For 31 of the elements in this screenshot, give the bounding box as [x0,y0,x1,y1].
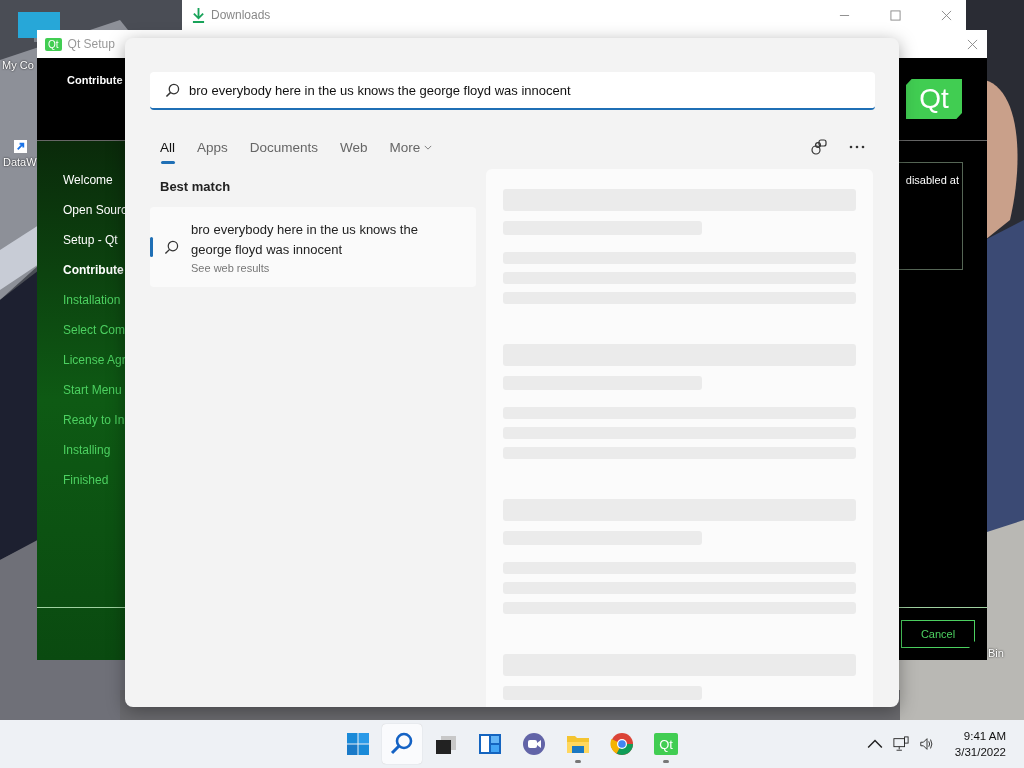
clock-time[interactable]: 9:41 AM [963,728,1006,744]
search-field[interactable]: bro everybody here in the us knows the george floyd was innocent [150,72,875,110]
step-label: Installing [63,443,111,458]
filter-tab[interactable]: All [160,130,195,164]
filter-tab[interactable]: More [389,130,453,164]
info-text: disabled at [905,174,959,186]
qt-icon: Qt [45,37,62,51]
filter-tab[interactable]: Web [340,130,388,164]
window-title: Downloads [211,8,271,22]
cancel-button[interactable]: Cancel [901,620,975,648]
section-heading: Best match [160,179,232,194]
step-label: License Agr [63,353,126,368]
window-title: Qt Setup [67,37,115,51]
page-heading: Contribute [67,74,123,86]
step-label: Select Com [63,323,126,338]
filter-tab[interactable]: Documents [249,130,339,164]
qt-logo: Qt [906,79,962,119]
step-label: Contribute [63,263,124,278]
result-title: bro everybody here in the us knows the george floyd was innocent [191,221,419,259]
step-label: Ready to In [63,413,125,428]
clock-date[interactable]: 3/31/2022 [954,744,1006,760]
step-label: Installation [63,293,121,308]
result-subtitle: See web results [191,262,271,274]
step-label: Finished [63,473,109,488]
step-label: Welcome [63,173,113,188]
search-result[interactable]: bro everybody here in the us knows the george floyd was innocent See web results [150,207,476,287]
step-label: Start Menu [63,383,122,398]
step-label: Setup - Qt [63,233,118,248]
desktop-icon-label[interactable]: My Co [2,59,34,71]
desktop-icon-label[interactable]: DataW [3,156,37,168]
filter-tab[interactable]: Apps [197,130,248,164]
